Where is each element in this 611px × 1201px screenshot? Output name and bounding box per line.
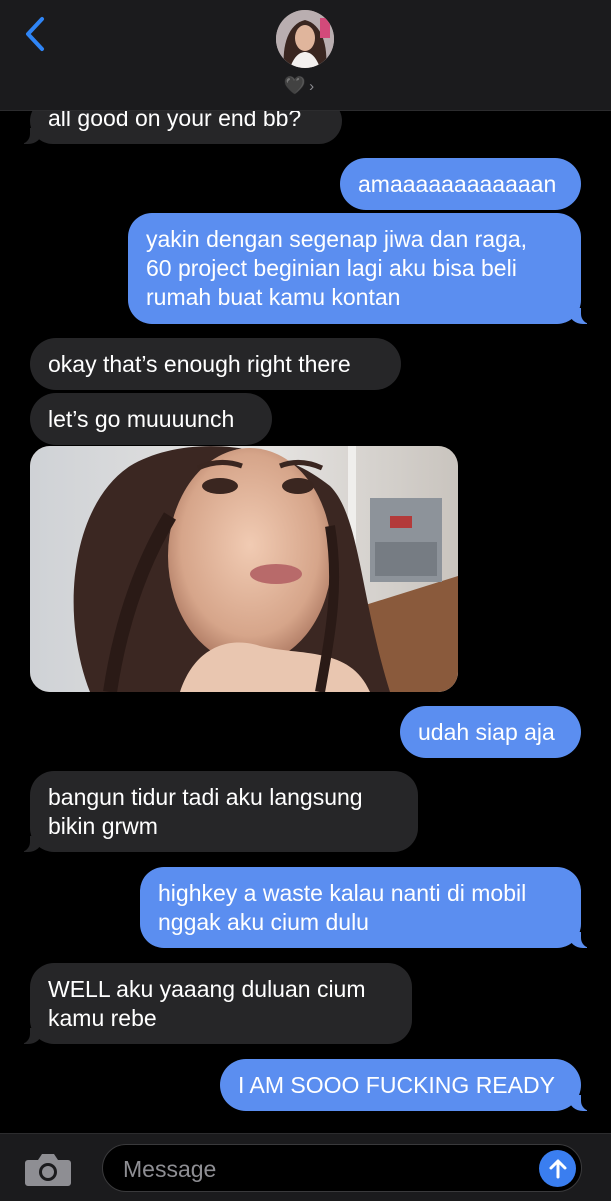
chevron-right-icon: › xyxy=(309,77,315,95)
camera-icon xyxy=(25,1154,71,1186)
message-text-line: rumah buat kamu kontan xyxy=(146,284,401,310)
contact-name-button[interactable]: 🖤 › xyxy=(284,74,314,98)
selfie-photo-image xyxy=(30,446,458,692)
message-bubble-outgoing[interactable]: yakin dengan segenap jiwa dan raga, 60 p… xyxy=(128,213,595,324)
back-button[interactable] xyxy=(18,14,52,54)
conversation-header: 🖤 › xyxy=(0,0,611,111)
message-text: udah siap aja xyxy=(418,719,555,745)
message-bubble-incoming[interactable]: bangun tidur tadi aku langsung bikin grw… xyxy=(16,771,418,852)
camera-button[interactable] xyxy=(24,1151,72,1187)
message-bubble-outgoing[interactable]: udah siap aja xyxy=(400,706,581,758)
contact-name: 🖤 xyxy=(284,76,306,95)
message-text: okay that’s enough right there xyxy=(48,351,351,377)
message-text-line: 60 project beginian lagi aku bisa beli xyxy=(146,255,517,281)
chevron-left-icon xyxy=(26,17,44,51)
avatar-photo xyxy=(276,10,334,68)
message-text: amaaaaaaaaaaaan xyxy=(358,171,557,197)
message-text-line: kamu rebe xyxy=(48,1005,157,1031)
message-text: let’s go muuuunch xyxy=(48,406,235,432)
message-text-line: bangun tidur tadi aku langsung xyxy=(48,784,363,810)
contact-avatar[interactable] xyxy=(276,10,334,68)
message-input[interactable]: Message xyxy=(102,1144,582,1192)
message-input-placeholder: Message xyxy=(123,1156,217,1182)
message-text-line: nggak aku cium dulu xyxy=(158,909,369,935)
message-bubble-incoming[interactable]: let’s go muuuunch xyxy=(30,393,272,445)
message-bubble-incoming[interactable]: okay that’s enough right there xyxy=(30,338,401,390)
message-text: I AM SOOO FUCKING READY xyxy=(238,1072,555,1098)
message-bubble-outgoing[interactable]: amaaaaaaaaaaaan xyxy=(340,158,581,210)
message-text-line: bikin grwm xyxy=(48,813,158,839)
message-bubble-incoming[interactable]: WELL aku yaaang duluan cium kamu rebe xyxy=(16,963,412,1044)
message-text-line: yakin dengan segenap jiwa dan raga, xyxy=(146,226,528,252)
message-text-line: highkey a waste kalau nanti di mobil xyxy=(158,880,527,906)
message-text-line: WELL aku yaaang duluan cium xyxy=(48,976,366,1002)
photo-attachment[interactable] xyxy=(30,446,458,692)
send-button[interactable] xyxy=(539,1150,576,1187)
message-bubble-outgoing[interactable]: I AM SOOO FUCKING READY xyxy=(220,1059,595,1111)
composer-bar: Message xyxy=(0,1133,611,1201)
arrow-up-icon xyxy=(549,1159,566,1178)
message-bubble-outgoing[interactable]: highkey a waste kalau nanti di mobil ngg… xyxy=(140,867,595,948)
